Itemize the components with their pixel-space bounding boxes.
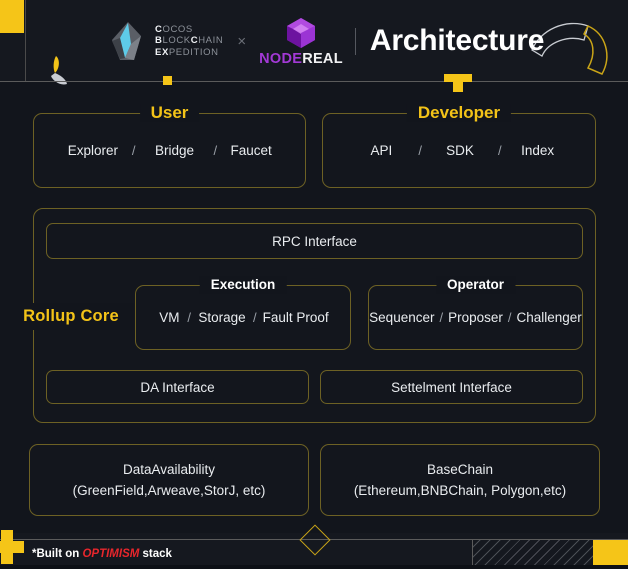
rpc-interface-label: RPC Interface — [272, 233, 357, 249]
header: COCOS BLOCKCHAIN EXPEDITION × NODEREAL A… — [0, 0, 628, 92]
user-item-faucet[interactable]: Faucet — [217, 143, 285, 158]
header-yellow-square-decoration — [0, 0, 24, 33]
operator-separator-1: / — [439, 310, 444, 325]
operator-separator-2: / — [507, 310, 512, 325]
footer: *Built on OPTIMISM stack — [0, 524, 628, 565]
execution-item-fault-proof[interactable]: Fault Proof — [257, 310, 335, 325]
cocos-line2-d: HAIN — [198, 35, 224, 47]
operator-items: Sequencer / Proposer / Challenger — [369, 286, 582, 349]
cocos-line3-b: X — [161, 46, 169, 58]
data-availability-box[interactable]: DataAvailability (GreenField,Arweave,Sto… — [29, 444, 309, 516]
operator-section: Operator Sequencer / Proposer / Challeng… — [368, 276, 583, 350]
cocos-line3-c: PEDITION — [168, 46, 219, 58]
execution-item-vm[interactable]: VM — [151, 310, 187, 325]
logo-lockup: COCOS BLOCKCHAIN EXPEDITION × NODEREAL A… — [108, 16, 545, 67]
architecture-diagram: COCOS BLOCKCHAIN EXPEDITION × NODEREAL A… — [0, 0, 628, 565]
execution-section: Execution VM / Storage / Fault Proof — [135, 276, 351, 350]
da-interface-box[interactable]: DA Interface — [46, 370, 309, 404]
header-vertical-divider — [25, 0, 26, 82]
settlement-interface-box[interactable]: Settelment Interface — [320, 370, 583, 404]
da-interface-label: DA Interface — [140, 379, 215, 395]
nodereal-cube-logo-icon — [284, 16, 318, 50]
data-availability-title: DataAvailability — [122, 462, 216, 477]
footer-note-optimism: OPTIMISM — [82, 548, 140, 560]
nodereal-wordmark: NODEREAL — [259, 51, 343, 67]
nodereal-text-node: NODE — [259, 50, 303, 67]
cocos-diamond-logo-icon — [108, 20, 148, 62]
footer-note-suffix: stack — [139, 548, 172, 560]
rpc-interface-box[interactable]: RPC Interface — [46, 223, 583, 259]
header-square-marker-decoration — [163, 76, 172, 85]
nodereal-logo: NODEREAL — [259, 16, 343, 67]
data-availability-subtitle: (GreenField,Arweave,StorJ, etc) — [72, 483, 266, 498]
execution-items: VM / Storage / Fault Proof — [136, 286, 350, 349]
user-items: Explorer / Bridge / Faucet — [34, 114, 305, 187]
footer-diamond-decoration-icon — [299, 524, 331, 556]
header-t-marker-decoration — [444, 74, 472, 92]
cross-symbol-icon: × — [237, 32, 247, 50]
cocos-wordmark: COCOS BLOCKCHAIN EXPEDITION — [155, 24, 223, 59]
developer-items: API / SDK / Index — [323, 114, 595, 187]
footer-hatch-decoration — [473, 540, 593, 565]
developer-section: Developer API / SDK / Index — [322, 104, 596, 188]
settlement-interface-label: Settelment Interface — [391, 379, 512, 395]
operator-item-challenger[interactable]: Challenger — [517, 310, 582, 325]
execution-item-storage[interactable]: Storage — [191, 310, 253, 325]
title-separator — [354, 27, 356, 55]
developer-item-index[interactable]: Index — [502, 143, 574, 158]
footer-note-prefix: *Built on — [32, 548, 83, 560]
comet-decoration-icon — [42, 56, 76, 88]
operator-item-proposer[interactable]: Proposer — [448, 310, 503, 325]
user-item-bridge[interactable]: Bridge — [136, 143, 214, 158]
nodereal-text-real: REAL — [302, 50, 343, 67]
footer-cross-decoration-icon — [0, 530, 24, 564]
footer-note: *Built on OPTIMISM stack — [32, 548, 172, 560]
footer-yellow-block-decoration — [593, 540, 628, 565]
rollup-core-label: Rollup Core — [8, 303, 134, 330]
page-title: Architecture — [369, 24, 545, 57]
developer-item-sdk[interactable]: SDK — [422, 143, 498, 158]
operator-item-sequencer[interactable]: Sequencer — [369, 310, 434, 325]
header-horizontal-divider — [0, 81, 628, 82]
developer-item-api[interactable]: API — [344, 143, 418, 158]
cocos-line2-b: LOCK — [162, 35, 191, 47]
cocos-line3-a: E — [155, 46, 162, 58]
user-section: User Explorer / Bridge / Faucet — [33, 104, 306, 188]
cocos-line1-b: OCOS — [162, 23, 193, 35]
base-chain-subtitle: (Ethereum,BNBChain, Polygon,etc) — [353, 483, 567, 498]
cocos-logo: COCOS BLOCKCHAIN EXPEDITION — [108, 20, 223, 62]
base-chain-title: BaseChain — [426, 462, 494, 477]
user-item-explorer[interactable]: Explorer — [54, 143, 132, 158]
base-chain-box[interactable]: BaseChain (Ethereum,BNBChain, Polygon,et… — [320, 444, 600, 516]
